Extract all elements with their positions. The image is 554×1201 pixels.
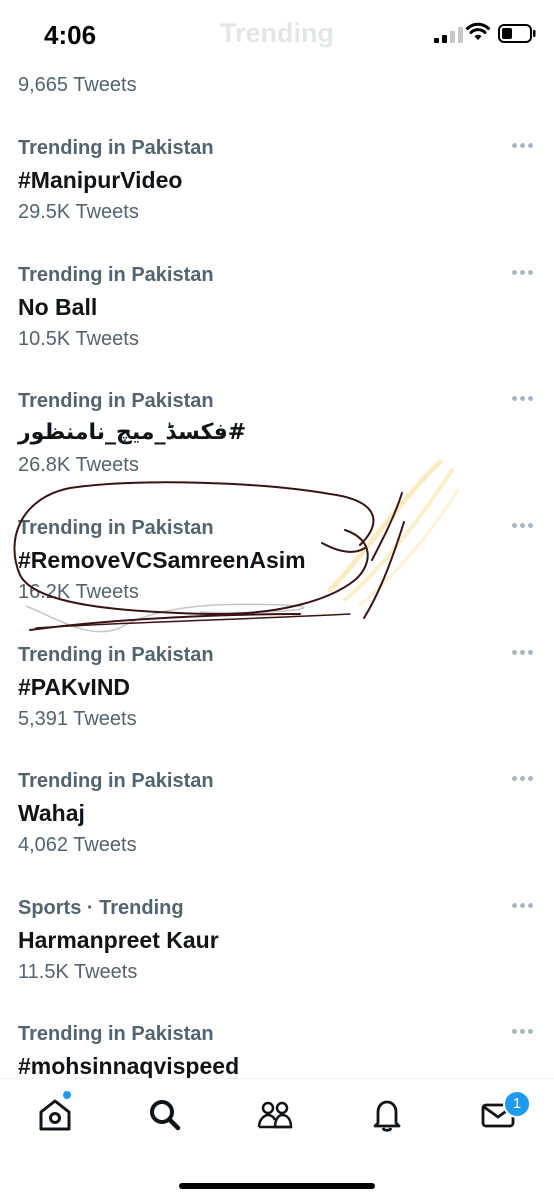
trend-context: Trending in Pakistan — [18, 770, 214, 792]
trend-item[interactable]: Trending in Pakistan #RemoveVCSamreenAsi… — [0, 517, 554, 643]
trend-tweet-count: 16.2K Tweets — [18, 581, 139, 603]
trend-name: Harmanpreet Kaur — [18, 927, 219, 953]
wifi-icon — [466, 22, 490, 40]
more-options-icon[interactable] — [512, 523, 534, 531]
status-bar: Trending 4:06 — [0, 0, 554, 70]
more-options-icon[interactable] — [512, 1029, 534, 1037]
trend-item[interactable]: Sports · Trending Harmanpreet Kaur 11.5K… — [0, 897, 554, 1023]
trend-name: No Ball — [18, 294, 98, 320]
trend-tweet-count: 10.5K Tweets — [18, 328, 139, 350]
cellular-signal-icon — [434, 27, 463, 43]
trend-name: Wahaj — [18, 800, 85, 826]
trend-name: #PAKvIND — [18, 674, 131, 700]
more-options-icon[interactable] — [512, 143, 534, 151]
bell-icon — [373, 1100, 401, 1132]
communities-icon — [257, 1101, 293, 1129]
home-indicator[interactable] — [179, 1183, 375, 1189]
search-tab[interactable] — [143, 1093, 187, 1137]
new-content-dot — [63, 1091, 71, 1099]
trend-context: Trending in Pakistan — [18, 390, 214, 412]
trend-item[interactable]: Trending in Pakistan #ManipurVideo 29.5K… — [0, 137, 554, 263]
more-options-icon[interactable] — [512, 270, 534, 278]
trend-tweet-count: 29.5K Tweets — [18, 201, 139, 223]
trend-tweet-count: 4,062 Tweets — [18, 834, 137, 856]
trend-item[interactable]: Trending in Pakistan #PAKvIND 5,391 Twee… — [0, 644, 554, 770]
more-options-icon[interactable] — [512, 650, 534, 658]
trend-context: Trending in Pakistan — [18, 264, 214, 286]
trend-tweet-count: 26.8K Tweets — [18, 454, 139, 476]
search-icon — [150, 1100, 181, 1131]
trend-context: Trending in Pakistan — [18, 1023, 214, 1045]
trend-context: Trending in Pakistan — [18, 137, 214, 159]
trend-name: #mohsinnaqvispeed — [18, 1053, 240, 1079]
trend-name: #فکسڈ_میچ_نامنظور — [18, 420, 247, 445]
trend-tweet-count: 5,391 Tweets — [18, 708, 137, 730]
trend-item[interactable]: Trending in Pakistan No Ball 10.5K Tweet… — [0, 264, 554, 390]
trend-name: #RemoveVCSamreenAsim — [18, 547, 306, 573]
trend-context: Trending in Pakistan — [18, 517, 214, 539]
more-options-icon[interactable] — [512, 396, 534, 404]
trend-tweet-count: 11.5K Tweets — [18, 961, 138, 983]
trend-item[interactable]: Trending in Pakistan Wahaj 4,062 Tweets — [0, 770, 554, 896]
status-time: 4:06 — [44, 20, 97, 50]
trend-name: #ManipurVideo — [18, 167, 183, 193]
more-options-icon[interactable] — [512, 903, 534, 911]
more-options-icon[interactable] — [512, 776, 534, 784]
communities-tab[interactable] — [253, 1093, 297, 1137]
partial-trend-count: 9,665 Tweets — [18, 74, 137, 96]
trend-context: Trending in Pakistan — [18, 644, 214, 666]
trend-context: Sports · Trending — [18, 897, 184, 919]
battery-icon — [498, 24, 536, 43]
home-tab[interactable] — [33, 1093, 77, 1137]
messages-badge: 1 — [503, 1090, 531, 1118]
trend-item[interactable]: Trending in Pakistan #فکسڈ_میچ_نامنظور 2… — [0, 390, 554, 516]
home-icon — [39, 1099, 71, 1131]
notifications-tab[interactable] — [365, 1093, 409, 1137]
